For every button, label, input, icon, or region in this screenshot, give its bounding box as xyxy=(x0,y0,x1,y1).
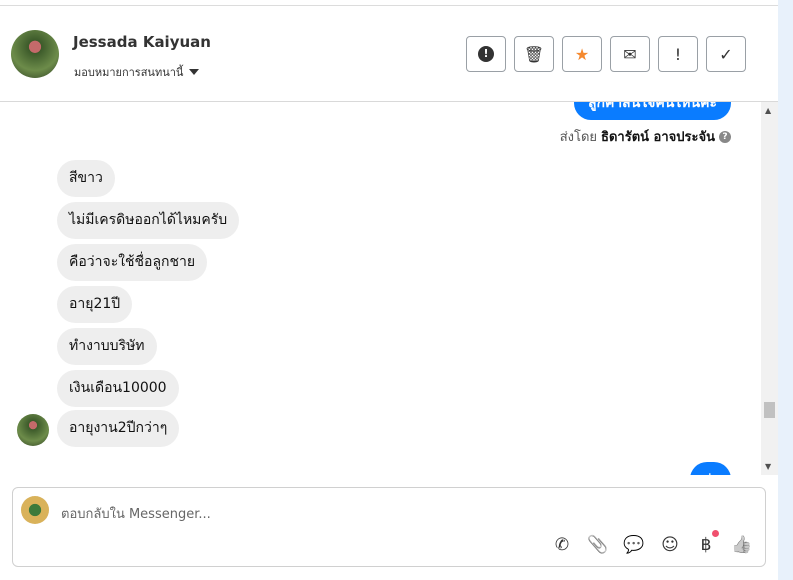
reply-input[interactable]: ตอบกลับใน Messenger... xyxy=(61,503,211,524)
star-button[interactable]: ★ xyxy=(562,36,602,72)
caret-down-icon xyxy=(189,69,200,75)
message-list: ลูกค้าสนใจคันไหนคะ ส่งโดย ธิดารัตน์ อาจปร… xyxy=(0,102,761,475)
contact-avatar-small xyxy=(17,414,49,446)
sent-by-prefix: ส่งโดย xyxy=(559,130,598,145)
outgoing-message: ลูกค้าสนใจคันไหนคะ xyxy=(573,102,731,120)
incoming-message: อายุ21ปี xyxy=(57,286,133,323)
scroll-up-icon[interactable]: ▲ xyxy=(765,106,771,115)
reply-composer[interactable]: ตอบกลับใน Messenger... ✆ 📎 💬 ☺ ฿ 👍 xyxy=(12,487,766,567)
delete-button[interactable]: 🗑 xyxy=(514,36,554,72)
sent-by-name: ธิดารัตน์ อาจประจัน xyxy=(601,130,715,145)
baht-glyph: ฿ xyxy=(700,535,712,555)
check-icon: ✓ xyxy=(719,44,733,64)
paperclip-icon[interactable]: 📎 xyxy=(587,534,609,556)
mark-unread-button[interactable]: ✉ xyxy=(610,36,650,72)
baht-icon[interactable]: ฿ xyxy=(695,530,719,556)
trash-icon: 🗑 xyxy=(523,44,545,64)
assign-label: มอบหมายการสนทนานี้ xyxy=(74,66,184,79)
assign-dropdown[interactable]: มอบหมายการสนทนานี้ xyxy=(74,63,200,81)
exclamation-icon: ! xyxy=(674,44,682,64)
spam-button[interactable]: ! xyxy=(466,36,506,72)
incoming-message: อายุงาน2ปีกว่าๆ xyxy=(57,410,180,447)
incoming-message: เงินเดือน10000 xyxy=(57,370,179,407)
thumbs-up-glyph: 👍 xyxy=(731,535,753,555)
scroll-down-icon[interactable]: ▼ xyxy=(765,462,771,471)
follow-up-button[interactable]: ! xyxy=(658,36,698,72)
page-avatar xyxy=(21,496,49,524)
done-button[interactable]: ✓ xyxy=(706,36,746,72)
incoming-message: คือว่าจะใช้ชื่อลูกชาย xyxy=(57,244,208,281)
thumbs-up-icon[interactable]: 👍 xyxy=(731,534,753,556)
sent-by: ส่งโดย ธิดารัตน์ อาจประจัน? xyxy=(560,126,731,147)
phone-plus-glyph: ✆ xyxy=(554,535,570,555)
chat-bubble-icon[interactable]: 💬 xyxy=(623,534,645,556)
scrollbar-thumb[interactable] xyxy=(764,402,775,418)
scrollbar[interactable]: ▲ ▼ xyxy=(761,102,778,475)
smiley-glyph: ☺ xyxy=(661,535,679,555)
chat-bubble-glyph: 💬 xyxy=(623,535,645,555)
smiley-icon[interactable]: ☺ xyxy=(659,534,681,556)
outgoing-message: ค่ะ xyxy=(689,462,731,475)
conversation-header: Jessada Kaiyuan มอบหมายการสนทนานี้ ! 🗑 ★ ✉!… xyxy=(0,6,778,102)
notification-dot xyxy=(712,530,719,537)
phone-plus-icon[interactable]: ✆ xyxy=(551,534,573,556)
contact-avatar[interactable] xyxy=(11,30,59,78)
paperclip-glyph: 📎 xyxy=(587,535,609,555)
incoming-message: สีขาว xyxy=(57,160,115,197)
incoming-message: ทำงาบบริษัท xyxy=(57,328,157,365)
side-strip xyxy=(778,0,793,580)
alert-octagon-icon: ! xyxy=(478,46,494,62)
help-icon[interactable]: ? xyxy=(719,130,731,143)
star-icon: ★ xyxy=(574,44,590,64)
contact-name[interactable]: Jessada Kaiyuan xyxy=(73,33,211,51)
incoming-message: ไม่มีเครดิษออกได้ไหมครับ xyxy=(57,202,240,239)
envelope-icon: ✉ xyxy=(623,44,637,64)
